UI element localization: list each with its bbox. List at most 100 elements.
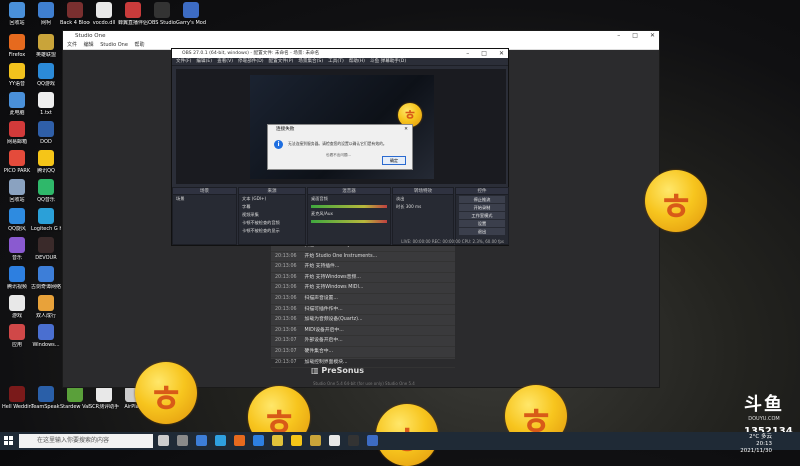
desktop-icon[interactable]: Stardew Valley xyxy=(60,386,90,422)
desktop-icon-label: Logitech G HUB xyxy=(31,226,61,232)
log-message: 开始 支持Windows音频... xyxy=(304,274,361,280)
source-item[interactable]: 字幕 xyxy=(239,203,305,211)
app-icon xyxy=(9,295,25,311)
desktop-icon-label: Firefox xyxy=(8,52,26,58)
controls-header: 控件 xyxy=(456,188,508,195)
source-item[interactable]: 卡顿不被检查的音频 xyxy=(239,219,305,227)
menu-help[interactable]: 帮助 xyxy=(135,42,145,48)
log-row: 20:13:06 开始 支持Windows音频... xyxy=(271,273,455,284)
app-icon xyxy=(96,386,112,402)
desktop-icon[interactable]: 回收站 xyxy=(2,2,32,38)
desktop-icon-label: Stardew Valley xyxy=(60,404,90,410)
desktop-icon[interactable]: SCR测评助手 xyxy=(89,386,119,422)
obs-menu-item[interactable]: 停靠部件(D) xyxy=(238,59,264,64)
control-button[interactable]: 停止推流 xyxy=(459,196,505,203)
control-button[interactable]: 设置 xyxy=(459,220,505,227)
startup-log: 20:13:06扫描 Studio One Hybrid FX Pack...2… xyxy=(271,241,455,369)
obs-menu-item[interactable]: 查看(V) xyxy=(217,59,233,64)
duration-value[interactable]: 300 ms xyxy=(406,204,422,209)
obs-menu-item[interactable]: 编辑(E) xyxy=(196,59,212,64)
app-icon xyxy=(38,208,54,224)
desktop-icon[interactable]: 应用 xyxy=(2,324,32,360)
log-row: 20:13:07 硬件集合中... xyxy=(271,347,455,358)
app-icon xyxy=(38,324,54,340)
control-button[interactable]: 工作室模式 xyxy=(459,212,505,219)
obs-titlebar[interactable]: OBS 27.0.1 (64-bit, windows) - 配置文件: 未命名… xyxy=(172,49,508,58)
douyu-logo: 斗鱼 xyxy=(744,394,784,415)
studio-one-titlebar[interactable]: Studio One – □ ✕ xyxy=(63,31,659,41)
dialog-title: 连接失败 xyxy=(276,127,295,132)
obs-menu-item[interactable]: 文件(F) xyxy=(176,59,191,64)
desktop-icon[interactable]: Windows... xyxy=(31,324,61,360)
desktop-icon-label: Windows... xyxy=(32,342,60,348)
ok-button[interactable]: 确定 xyxy=(382,156,406,165)
windows-start-icon[interactable] xyxy=(4,436,14,446)
studio-one-title: Studio One xyxy=(75,33,106,39)
log-message: 扫描声音设置... xyxy=(304,295,338,301)
taskbar-app-icon[interactable] xyxy=(196,435,207,446)
close-icon[interactable]: ✕ xyxy=(650,32,655,39)
app-icon xyxy=(9,150,25,166)
taskbar-app-icon[interactable] xyxy=(158,435,169,446)
app-icon xyxy=(9,121,25,137)
taskbar-app-icon[interactable] xyxy=(329,435,340,446)
scene-item[interactable]: 场景 xyxy=(173,195,236,203)
taskbar-app-icon[interactable] xyxy=(177,435,188,446)
app-icon xyxy=(38,386,54,402)
minimize-icon[interactable]: – xyxy=(466,50,469,57)
source-item[interactable]: 视频采集 xyxy=(239,211,305,219)
weather-label[interactable]: 2°C 多云 xyxy=(749,434,772,440)
sticker-icon: ㅎ xyxy=(135,362,197,424)
app-icon xyxy=(9,2,25,18)
minimize-icon[interactable]: – xyxy=(617,32,620,39)
close-icon[interactable]: ✕ xyxy=(499,50,504,57)
transition-select[interactable]: 淡出 xyxy=(393,195,453,203)
menu-studio-one[interactable]: Studio One xyxy=(100,42,128,48)
taskbar-search-input[interactable]: 在这里输入你要搜索的内容 xyxy=(19,434,153,448)
source-item[interactable]: 卡顿不被检查的显示 xyxy=(239,227,305,235)
obs-menu-item[interactable]: 帮助(H) xyxy=(349,59,365,64)
source-item[interactable]: 文本 (GDI+) xyxy=(239,195,305,203)
control-button[interactable]: 退出 xyxy=(459,228,505,235)
desktop-icon[interactable]: 网柯 xyxy=(31,2,61,38)
desktop-icon-label: PICO PARK xyxy=(3,168,31,174)
obs-menu-item[interactable]: 场景集合(S) xyxy=(298,59,323,64)
dialog-titlebar: 连接失败 ✕ xyxy=(268,125,412,134)
desktop-icon-label: vocdo.dll xyxy=(92,20,116,26)
taskbar-app-icon[interactable] xyxy=(348,435,359,446)
app-icon xyxy=(38,295,54,311)
obs-menu-item[interactable]: 斗鱼 弹幕助手(D) xyxy=(370,59,406,64)
control-button[interactable]: 开始录制 xyxy=(459,204,505,211)
taskbar-app-icon[interactable] xyxy=(253,435,264,446)
app-icon xyxy=(38,34,54,50)
menu-file[interactable]: 文件 xyxy=(67,42,77,48)
obs-docks: 场景 场景 来源 文本 (GDI+) 字幕 视频采集 卡顿不被检查的音频 卡顿不被检查的… xyxy=(172,187,510,245)
taskbar-app-icon[interactable] xyxy=(234,435,245,446)
taskbar-app-icon[interactable] xyxy=(291,435,302,446)
clock[interactable]: 20:13 2021/11/30 xyxy=(740,441,772,455)
log-message: 开始 Studio One Instruments... xyxy=(304,253,378,259)
taskbar-app-icon[interactable] xyxy=(272,435,283,446)
desktop-icon[interactable]: Hell Wedding... xyxy=(2,386,32,422)
scenes-header: 场景 xyxy=(173,188,236,195)
obs-menu-item[interactable]: 配置文件(P) xyxy=(269,59,294,64)
taskbar-app-icon[interactable] xyxy=(215,435,226,446)
obs-title: OBS 27.0.1 (64-bit, windows) - 配置文件: 未命名… xyxy=(182,51,320,56)
log-message: 加载为音频设备(Quartz)... xyxy=(304,317,363,323)
connection-failed-dialog[interactable]: 连接失败 ✕ i 无法连接到服务器。请检查您的设置以确认它们是有效的。 也看不出… xyxy=(267,124,413,170)
maximize-icon[interactable]: □ xyxy=(632,32,638,39)
log-time: 20:13:06 xyxy=(275,295,297,301)
desktop-icon[interactable]: TeamSpeak 3 xyxy=(31,386,61,422)
mixer-channel-label: 桌面音频 xyxy=(311,196,328,201)
close-icon[interactable]: ✕ xyxy=(404,125,408,134)
obs-menu-item[interactable]: 工具(T) xyxy=(328,59,344,64)
app-icon xyxy=(9,208,25,224)
taskbar-app-icon[interactable] xyxy=(367,435,378,446)
desktop-icon-label: TeamSpeak 3 xyxy=(31,404,61,410)
app-icon xyxy=(96,2,112,18)
desktop-icon-label: 英雄联盟 xyxy=(35,52,56,58)
taskbar-app-icon[interactable] xyxy=(310,435,321,446)
menu-edit[interactable]: 编辑 xyxy=(84,42,94,48)
maximize-icon[interactable]: □ xyxy=(481,50,487,57)
desktop-icon-label: Hell Wedding... xyxy=(2,404,32,410)
